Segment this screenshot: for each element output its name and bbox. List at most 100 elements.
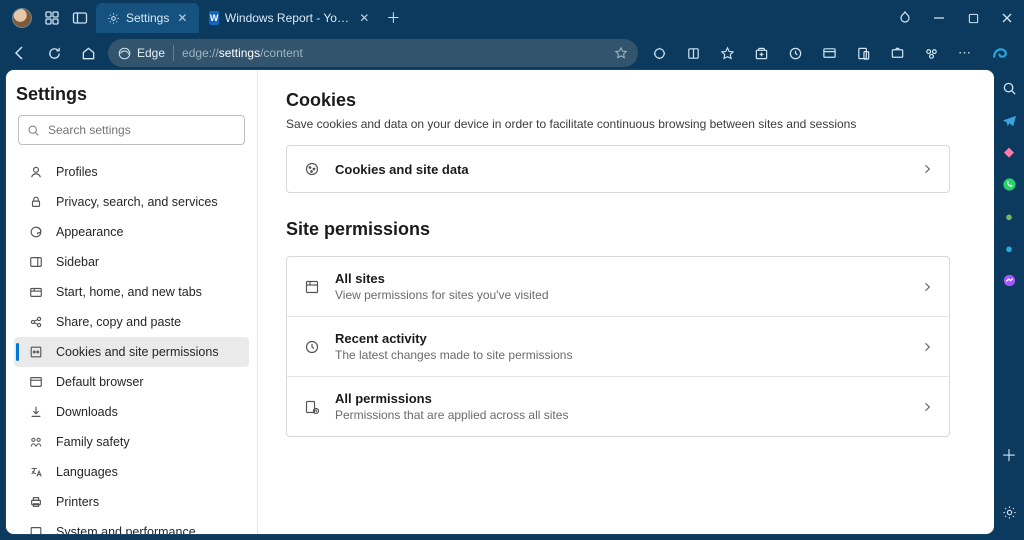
section-desc-cookies: Save cookies and data on your device in … <box>286 117 950 131</box>
home-button[interactable] <box>74 39 102 67</box>
screenshot-icon[interactable] <box>884 40 910 66</box>
nav-item-label: Downloads <box>56 405 118 419</box>
extensions-icon[interactable] <box>646 40 672 66</box>
chevron-right-icon <box>921 341 933 353</box>
search-icon <box>27 124 40 137</box>
nav-item-start-home-and-new-tabs[interactable]: Start, home, and new tabs <box>14 277 249 307</box>
palette-icon <box>28 224 44 240</box>
address-bar[interactable]: Edge edge://settings/content <box>108 39 638 67</box>
download-icon <box>28 404 44 420</box>
add-sidebar-item-button[interactable]: ＋ <box>999 444 1019 464</box>
chevron-right-icon <box>921 401 933 413</box>
workspaces-icon[interactable] <box>44 10 60 26</box>
history-icon[interactable] <box>782 40 808 66</box>
nav-item-label: System and performance <box>56 525 196 534</box>
toolbar: Edge edge://settings/content ⋯ <box>0 36 1024 70</box>
lang-icon <box>28 464 44 480</box>
settings-heading: Settings <box>16 84 243 105</box>
site-identity-chip[interactable]: Edge <box>118 46 165 60</box>
nav-item-label: Sidebar <box>56 255 99 269</box>
new-tab-button[interactable]: ＋ <box>379 3 407 33</box>
favorite-star-icon[interactable] <box>614 46 628 60</box>
cookie-icon <box>303 160 321 178</box>
profile-icon <box>28 164 44 180</box>
app-icon-2[interactable]: ● <box>999 206 1019 226</box>
row-subtitle: Permissions that are applied across all … <box>335 408 907 422</box>
nav-item-privacy-search-and-services[interactable]: Privacy, search, and services <box>14 187 249 217</box>
nav-item-appearance[interactable]: Appearance <box>14 217 249 247</box>
nav-item-family-safety[interactable]: Family safety <box>14 427 249 457</box>
share-icon <box>28 314 44 330</box>
section-title-siteperm: Site permissions <box>286 219 950 240</box>
row-icon <box>303 338 321 356</box>
nav-item-downloads[interactable]: Downloads <box>14 397 249 427</box>
edge-sidebar: ◆ ● ● ＋ <box>994 70 1024 540</box>
row-subtitle: View permissions for sites you've visite… <box>335 288 907 302</box>
profile-avatar[interactable] <box>12 8 32 28</box>
tab-label: Settings <box>126 11 169 25</box>
family-icon <box>28 434 44 450</box>
row-icon <box>303 278 321 296</box>
row-all-sites[interactable]: All sitesView permissions for sites you'… <box>287 257 949 316</box>
nav-item-label: Cookies and site permissions <box>56 345 219 359</box>
back-button[interactable] <box>6 39 34 67</box>
close-icon[interactable]: ✕ <box>359 11 369 25</box>
row-recent-activity[interactable]: Recent activityThe latest changes made t… <box>287 316 949 376</box>
more-menu-icon[interactable]: ⋯ <box>952 40 978 66</box>
sidebar-settings-icon[interactable] <box>999 502 1019 522</box>
nav-item-sidebar[interactable]: Sidebar <box>14 247 249 277</box>
copilot-icon[interactable] <box>986 40 1012 66</box>
tab-windows-report[interactable]: W Windows Report - Your go-to sou… ✕ <box>199 3 379 33</box>
nav-item-languages[interactable]: Languages <box>14 457 249 487</box>
rewards-icon[interactable] <box>888 0 922 36</box>
whatsapp-icon[interactable] <box>999 174 1019 194</box>
send-to-device-icon[interactable] <box>850 40 876 66</box>
extensions-puzzle-icon[interactable] <box>918 40 944 66</box>
chevron-right-icon <box>921 163 933 175</box>
system-icon <box>28 524 44 534</box>
collections-icon[interactable] <box>748 40 774 66</box>
minimize-button[interactable] <box>922 0 956 36</box>
messenger-icon[interactable] <box>999 270 1019 290</box>
favorites-icon[interactable] <box>714 40 740 66</box>
refresh-button[interactable] <box>40 39 68 67</box>
maximize-button[interactable] <box>956 0 990 36</box>
section-title-cookies: Cookies <box>286 90 950 111</box>
site-favicon-icon: W <box>209 11 219 25</box>
nav-item-label: Share, copy and paste <box>56 315 181 329</box>
app-icon-1[interactable]: ◆ <box>999 142 1019 162</box>
tab-actions-icon[interactable] <box>72 10 88 26</box>
row-all-permissions[interactable]: All permissionsPermissions that are appl… <box>287 376 949 436</box>
nav-item-label: Profiles <box>56 165 98 179</box>
nav-item-label: Appearance <box>56 225 123 239</box>
window-titlebar: Settings ✕ W Windows Report - Your go-to… <box>0 0 1024 36</box>
browser-icon <box>28 374 44 390</box>
edge-icon <box>118 47 131 60</box>
card-site-permissions: All sitesView permissions for sites you'… <box>286 256 950 437</box>
gear-icon <box>106 11 120 25</box>
close-window-button[interactable] <box>990 0 1024 36</box>
nav-item-default-browser[interactable]: Default browser <box>14 367 249 397</box>
search-sidebar-icon[interactable] <box>999 78 1019 98</box>
app-icon[interactable] <box>816 40 842 66</box>
settings-search[interactable] <box>18 115 245 145</box>
nav-item-printers[interactable]: Printers <box>14 487 249 517</box>
nav-item-label: Start, home, and new tabs <box>56 285 202 299</box>
nav-item-label: Default browser <box>56 375 144 389</box>
divider <box>173 45 174 61</box>
nav-item-share-copy-and-paste[interactable]: Share, copy and paste <box>14 307 249 337</box>
titlebar-left <box>0 8 88 28</box>
nav-item-profiles[interactable]: Profiles <box>14 157 249 187</box>
settings-search-input[interactable] <box>48 123 236 137</box>
nav-item-cookies-and-site-permissions[interactable]: Cookies and site permissions <box>14 337 249 367</box>
row-subtitle: The latest changes made to site permissi… <box>335 348 907 362</box>
cookie-perm-icon <box>28 344 44 360</box>
close-icon[interactable]: ✕ <box>175 11 189 25</box>
tab-settings[interactable]: Settings ✕ <box>96 3 199 33</box>
nav-item-system-and-performance[interactable]: System and performance <box>14 517 249 534</box>
telegram-icon[interactable] <box>999 110 1019 130</box>
tab-label: Windows Report - Your go-to sou… <box>225 11 353 25</box>
app-icon-3[interactable]: ● <box>999 238 1019 258</box>
read-aloud-icon[interactable] <box>680 40 706 66</box>
row-cookies-site-data[interactable]: Cookies and site data <box>287 146 949 192</box>
